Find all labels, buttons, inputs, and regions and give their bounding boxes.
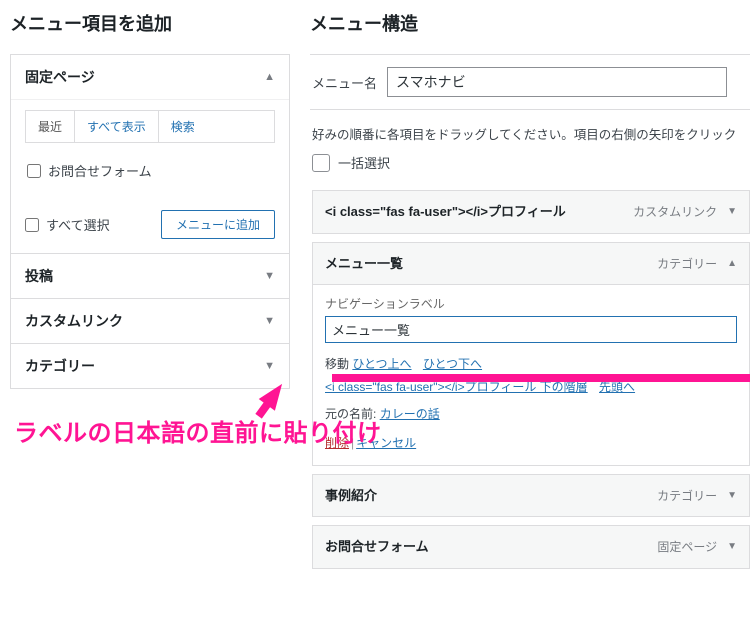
page-item-label: お問合せフォーム: [48, 161, 152, 180]
nav-label-input[interactable]: [325, 316, 737, 343]
bulk-select-label: 一括選択: [338, 153, 390, 172]
menu-item-menulist-header[interactable]: メニュー一覧 カテゴリー ▲: [313, 243, 749, 285]
chevron-down-icon: ▼: [264, 315, 275, 327]
accordion: 固定ページ ▲ 最近 すべて表示 検索 お問合せフォーム: [10, 54, 290, 389]
menu-item-jirei-title: 事例紹介: [325, 486, 377, 506]
acc-header-cats[interactable]: カテゴリー ▼: [11, 344, 289, 388]
acc-section-pages: 固定ページ ▲ 最近 すべて表示 検索 お問合せフォーム: [11, 55, 289, 253]
menu-item-profile: <i class="fas fa-user"></i>プロフィール カスタムリン…: [312, 190, 750, 234]
menu-item-contact-title: お問合せフォーム: [325, 537, 429, 557]
chevron-down-icon: ▼: [727, 206, 737, 217]
menu-name-row: メニュー名: [310, 54, 750, 110]
acc-header-posts[interactable]: 投稿 ▼: [11, 254, 289, 298]
move-up-link[interactable]: ひとつ上へ: [352, 357, 411, 371]
menu-item-menulist-title: メニュー一覧: [325, 254, 403, 274]
menu-item-profile-type: カスタムリンク: [633, 203, 717, 220]
tab-all[interactable]: すべて表示: [75, 111, 159, 142]
chevron-down-icon: ▼: [264, 360, 275, 372]
structure-heading: メニュー構造: [310, 10, 750, 36]
bulk-select-checkbox[interactable]: [312, 154, 330, 172]
item-actions: 削除|キャンセル: [325, 434, 737, 451]
menu-name-input[interactable]: [387, 67, 727, 97]
acc-body-pages: 最近 すべて表示 検索 お問合せフォーム すべて選択 メニューに追加: [11, 99, 289, 253]
menu-item-jirei-header[interactable]: 事例紹介 カテゴリー ▼: [313, 475, 749, 517]
menu-item-jirei: 事例紹介 カテゴリー ▼: [312, 474, 750, 518]
acc-section-posts: 投稿 ▼: [11, 253, 289, 298]
nav-label-label: ナビゲーションラベル: [325, 295, 737, 312]
menu-item-contact-type: 固定ページ: [657, 538, 717, 555]
menu-item-menulist-type: カテゴリー: [657, 255, 717, 272]
menu-item-contact: お問合せフォーム 固定ページ ▼: [312, 525, 750, 569]
acc-title-pages: 固定ページ: [25, 67, 95, 87]
chevron-down-icon: ▼: [264, 270, 275, 282]
menu-item-jirei-type: カテゴリー: [657, 487, 717, 504]
bulk-select-row[interactable]: 一括選択: [312, 153, 750, 172]
move-label: 移動: [325, 357, 349, 371]
acc-title-posts: 投稿: [25, 266, 53, 286]
add-items-heading: メニュー項目を追加: [10, 10, 290, 36]
drag-hint: 好みの順番に各項目をドラッグしてください。項目の右側の矢印をクリック: [312, 124, 750, 143]
tab-recent[interactable]: 最近: [26, 111, 75, 142]
tab-search[interactable]: 検索: [159, 111, 207, 142]
annotation-text: ラベルの日本語の直前に貼り付け: [14, 413, 382, 448]
chevron-down-icon: ▼: [727, 490, 737, 501]
chevron-up-icon: ▲: [264, 71, 275, 83]
move-down-link[interactable]: ひとつ下へ: [423, 357, 482, 371]
acc-header-pages[interactable]: 固定ページ ▲: [11, 55, 289, 99]
menu-item-profile-header[interactable]: <i class="fas fa-user"></i>プロフィール カスタムリン…: [313, 191, 749, 233]
page-item-contact[interactable]: お問合せフォーム: [25, 155, 275, 186]
acc-title-custom: カスタムリンク: [25, 311, 123, 331]
annotation-bar: [332, 374, 750, 382]
acc-title-cats: カテゴリー: [25, 356, 95, 376]
select-all-label: すべて選択: [46, 215, 110, 234]
original-name-link[interactable]: カレーの話: [380, 407, 440, 421]
acc-section-custom: カスタムリンク ▼: [11, 298, 289, 343]
select-all-checkbox[interactable]: [25, 218, 39, 232]
pages-tabs: 最近 すべて表示 検索: [25, 110, 275, 143]
menu-name-label: メニュー名: [312, 73, 377, 92]
menu-item-contact-header[interactable]: お問合せフォーム 固定ページ ▼: [313, 526, 749, 568]
chevron-up-icon: ▲: [727, 258, 737, 269]
original-name-row: 元の名前: カレーの話: [325, 405, 737, 422]
menu-item-profile-title: <i class="fas fa-user"></i>プロフィール: [325, 202, 566, 222]
page-item-checkbox[interactable]: [27, 164, 41, 178]
add-to-menu-button[interactable]: メニューに追加: [161, 210, 275, 239]
acc-section-cats: カテゴリー ▼: [11, 343, 289, 388]
select-all-row[interactable]: すべて選択: [25, 215, 110, 234]
chevron-down-icon: ▼: [727, 541, 737, 552]
acc-header-custom[interactable]: カスタムリンク ▼: [11, 299, 289, 343]
